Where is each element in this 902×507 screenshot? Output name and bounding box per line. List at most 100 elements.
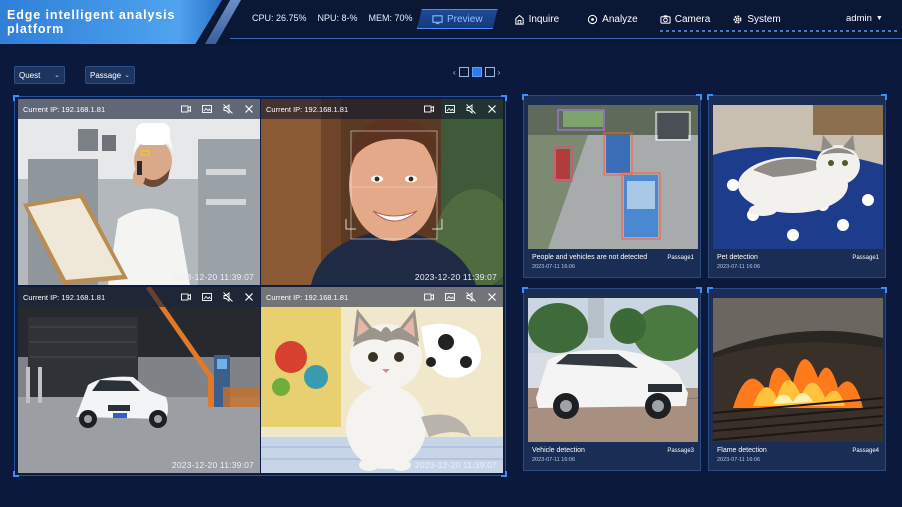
detection-passage: Passage3	[667, 448, 694, 454]
layout-multi-icon[interactable]	[484, 67, 495, 77]
mem-stat: MEM: 70%	[368, 13, 413, 23]
system-stats: CPU: 26.75% NPU: 8-% MEM: 70%	[252, 13, 413, 23]
kitten-video-frame	[261, 287, 503, 473]
snapshot-icon[interactable]	[445, 104, 455, 114]
nav-preview-label: Preview	[447, 13, 483, 25]
tile-2-timestamp: 2023-12-20 11:39:07	[414, 272, 497, 282]
record-icon[interactable]	[424, 104, 434, 114]
tile-1-ip: Current IP: 192.168.1.81	[23, 104, 106, 114]
detection-passage: Passage1	[667, 255, 694, 261]
tile-4-ip: Current IP: 192.168.1.81	[266, 292, 349, 302]
vehicle-detection-image	[528, 298, 698, 442]
tile-2-toolbar: Current IP: 192.168.1.81	[261, 99, 503, 119]
caret-down-icon: ▼	[875, 15, 883, 22]
chef-video-frame	[18, 99, 260, 285]
passage-select-value: Passage	[90, 70, 122, 80]
record-icon[interactable]	[181, 292, 191, 302]
nav-camera[interactable]: Camera	[650, 9, 721, 29]
close-icon[interactable]	[487, 104, 497, 114]
tile-1-toolbar: Current IP: 192.168.1.81	[18, 99, 260, 119]
detection-card-traffic[interactable]: People and vehicles are not detected Pas…	[522, 94, 702, 278]
detection-title: Flame detection	[717, 447, 767, 454]
layout-quad-icon[interactable]	[471, 67, 482, 77]
detection-passage: Passage4	[852, 448, 879, 454]
detection-card-flame[interactable]: Flame detection Passage4 2023-07-11 16:0…	[707, 287, 887, 471]
tile-4-toolbar: Current IP: 192.168.1.81	[261, 287, 503, 307]
detection-passage: Passage1	[852, 255, 879, 261]
tile-4-timestamp: 2023-12-20 11:39:07	[414, 460, 497, 470]
video-tile-3[interactable]: Current IP: 192.168.1.81 2023-12-20 11:3…	[18, 287, 260, 473]
detection-title: Vehicle detection	[532, 447, 585, 454]
nav-inquire[interactable]: Inquire	[504, 9, 570, 29]
preview-icon	[432, 14, 443, 24]
quest-select[interactable]: Quest ⌄	[14, 66, 65, 84]
snapshot-icon[interactable]	[202, 104, 212, 114]
nav-analyze[interactable]: Analyze	[577, 9, 648, 29]
nav-camera-label: Camera	[674, 13, 711, 25]
detection-date: 2023-07-11 16:06	[717, 457, 761, 463]
chevron-down-icon: ⌄	[54, 72, 60, 79]
snapshot-icon[interactable]	[445, 292, 455, 302]
analyze-icon	[588, 14, 598, 24]
tile-3-timestamp: 2023-12-20 11:39:07	[171, 460, 254, 470]
detection-date: 2023-07-11 16:06	[532, 264, 576, 270]
user-name: admin	[846, 13, 872, 24]
nav-system-label: System	[747, 13, 781, 25]
layout-prev-arrow[interactable]: ‹	[453, 68, 456, 77]
video-tile-1[interactable]: Current IP: 192.168.1.81 2023-12-20 11:3…	[18, 99, 260, 285]
user-menu[interactable]: admin ▼	[846, 13, 883, 24]
car-gate-video-frame	[18, 287, 260, 473]
brand-title: Edge intelligent analysis platform	[0, 0, 222, 44]
layout-single-icon[interactable]	[458, 67, 469, 77]
mute-icon[interactable]	[466, 292, 476, 302]
video-grid: Current IP: 192.168.1.81 2023-12-20 11:3…	[13, 95, 507, 477]
close-icon[interactable]	[487, 292, 497, 302]
passage-select[interactable]: Passage ⌄	[85, 66, 135, 84]
snapshot-icon[interactable]	[202, 292, 212, 302]
detection-card-pet[interactable]: Pet detection Passage1 2023-07-11 16:06	[707, 94, 887, 278]
video-tile-2[interactable]: Current IP: 192.168.1.81 2023-12-20 11:3…	[261, 99, 503, 285]
nav-inquire-label: Inquire	[528, 13, 560, 25]
tile-1-timestamp: 2023-12-20 11:39:07	[171, 272, 254, 282]
nav-system[interactable]: System	[722, 9, 790, 29]
tile-3-toolbar: Current IP: 192.168.1.81	[18, 287, 260, 307]
video-tile-4[interactable]: Current IP: 192.168.1.81 2023-12-20 11:3…	[261, 287, 503, 473]
pet-detection-image	[713, 105, 883, 249]
white-suv-scene	[528, 298, 698, 442]
quest-select-value: Quest	[19, 70, 41, 80]
detection-date: 2023-07-11 16:06	[532, 457, 576, 463]
mute-icon[interactable]	[223, 292, 233, 302]
mute-icon[interactable]	[223, 104, 233, 114]
face-video-frame	[261, 99, 503, 285]
traffic-detection-image	[528, 105, 698, 249]
detection-title: Pet detection	[717, 254, 758, 261]
detection-date: 2023-07-11 16:06	[717, 264, 761, 270]
traffic-scene	[528, 105, 698, 249]
camera-icon	[660, 14, 671, 24]
record-icon[interactable]	[181, 104, 191, 114]
nav-analyze-label: Analyze	[602, 13, 638, 25]
npu-stat: NPU: 8-%	[317, 13, 358, 23]
tile-3-ip: Current IP: 192.168.1.81	[23, 292, 106, 302]
inquire-icon	[514, 14, 524, 25]
layout-switcher: ‹ ›	[453, 67, 500, 77]
system-icon	[733, 15, 742, 23]
detection-card-vehicle[interactable]: Vehicle detection Passage3 2023-07-11 16…	[522, 287, 702, 471]
cpu-stat: CPU: 26.75%	[252, 13, 307, 23]
record-icon[interactable]	[424, 292, 434, 302]
chevron-down-icon: ⌄	[124, 72, 130, 79]
header-dots-decoration	[660, 30, 900, 32]
layout-next-arrow[interactable]: ›	[498, 68, 501, 77]
close-icon[interactable]	[244, 292, 254, 302]
nav-preview[interactable]: Preview	[417, 9, 498, 29]
grill-fire-scene	[713, 298, 883, 442]
flame-detection-image	[713, 298, 883, 442]
main-nav: Preview Inquire Analyze Camera System	[417, 9, 791, 29]
header-divider	[230, 38, 902, 39]
mute-icon[interactable]	[466, 104, 476, 114]
tile-2-ip: Current IP: 192.168.1.81	[266, 104, 349, 114]
detection-title: People and vehicles are not detected	[532, 254, 648, 261]
close-icon[interactable]	[244, 104, 254, 114]
top-header: Edge intelligent analysis platform CPU: …	[0, 0, 902, 46]
cat-on-blanket-scene	[713, 105, 883, 249]
